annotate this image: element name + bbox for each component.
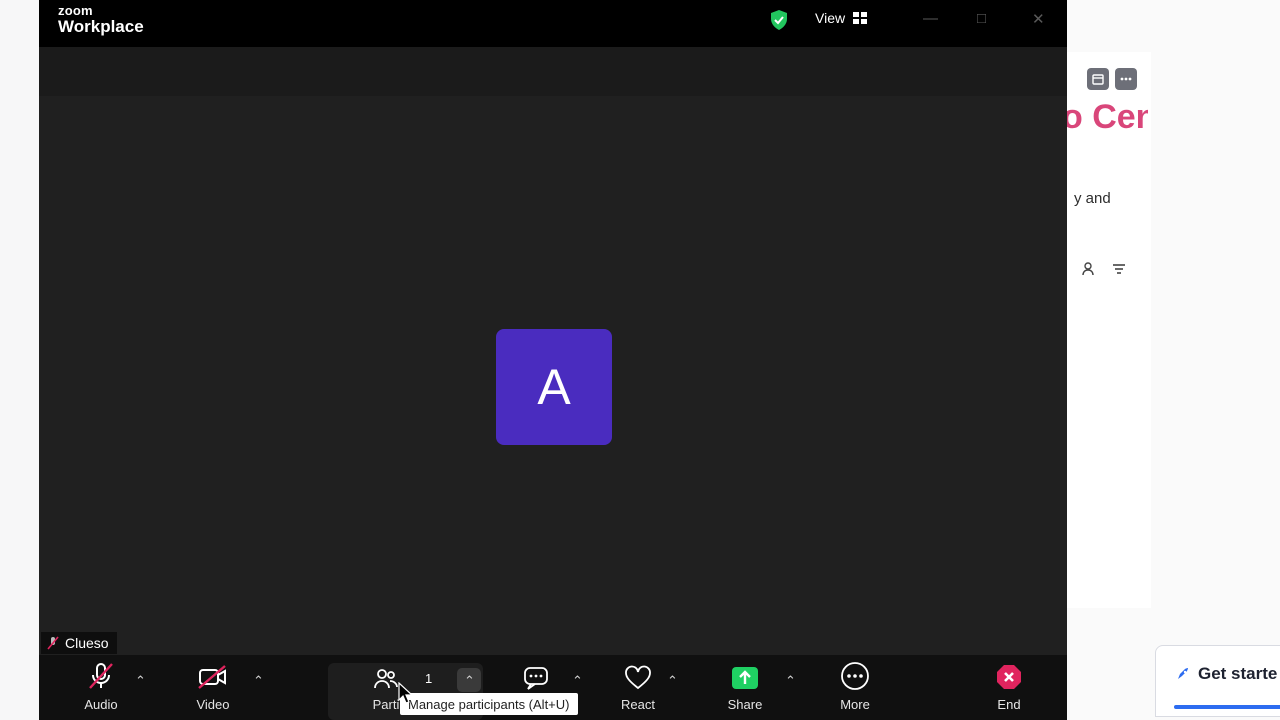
video-off-icon bbox=[198, 665, 226, 689]
security-shield-icon[interactable] bbox=[769, 9, 789, 31]
share-options-caret-icon[interactable]: ⌃ bbox=[785, 673, 796, 689]
participants-tooltip: Manage participants (Alt+U) bbox=[400, 693, 578, 715]
heart-icon bbox=[625, 665, 651, 690]
user-group-icon[interactable] bbox=[1080, 260, 1098, 278]
background-app-tools bbox=[1080, 260, 1128, 278]
react-button[interactable]: React bbox=[616, 655, 660, 720]
participant-avatar: A bbox=[496, 329, 612, 445]
view-button[interactable]: View bbox=[815, 10, 868, 26]
react-options-caret-icon[interactable]: ⌃ bbox=[667, 673, 678, 689]
chat-options-caret-icon[interactable]: ⌃ bbox=[572, 673, 583, 689]
video-options-caret-icon[interactable]: ⌃ bbox=[253, 673, 264, 689]
participants-options-caret-icon[interactable]: ⌃ bbox=[464, 673, 475, 689]
react-label: React bbox=[621, 697, 655, 712]
get-started-label: Get starte bbox=[1198, 664, 1278, 683]
share-screen-icon bbox=[732, 667, 758, 689]
brand-big-text: Workplace bbox=[58, 17, 144, 36]
more-options-icon[interactable] bbox=[1115, 68, 1137, 90]
meeting-top-bar bbox=[39, 47, 1067, 96]
participant-name: Clueso bbox=[65, 635, 109, 651]
participants-count: 1 bbox=[425, 671, 433, 686]
zoom-brand-logo: zoom Workplace bbox=[58, 4, 144, 36]
get-started-progress bbox=[1174, 705, 1280, 709]
video-label: Video bbox=[196, 697, 230, 712]
more-label: More bbox=[840, 697, 870, 712]
get-started-card[interactable]: Get starte bbox=[1155, 645, 1280, 717]
close-icon[interactable]: ✕ bbox=[1032, 10, 1045, 28]
background-app-title: o Cen bbox=[1062, 98, 1148, 136]
more-button[interactable]: More bbox=[833, 655, 877, 720]
share-label: Share bbox=[727, 697, 763, 712]
participants-label: Parti bbox=[372, 697, 400, 712]
maximize-icon[interactable]: □ bbox=[977, 10, 986, 27]
audio-options-caret-icon[interactable]: ⌃ bbox=[135, 673, 146, 689]
calendar-icon[interactable] bbox=[1087, 68, 1109, 90]
rocket-icon bbox=[1178, 668, 1188, 679]
end-label: End bbox=[997, 697, 1021, 712]
more-icon bbox=[841, 662, 869, 690]
muted-mic-icon bbox=[47, 636, 59, 650]
audio-button[interactable]: Audio bbox=[79, 655, 123, 720]
minimize-icon[interactable]: — bbox=[923, 10, 938, 27]
participant-name-tag: Clueso bbox=[41, 632, 117, 654]
muted-microphone-icon bbox=[89, 663, 113, 689]
participants-icon bbox=[374, 669, 398, 689]
chat-icon bbox=[524, 667, 548, 690]
title-bar: zoom Workplace View — □ ✕ bbox=[39, 0, 1067, 47]
view-label: View bbox=[815, 10, 846, 26]
brand-small-text: zoom bbox=[58, 3, 93, 18]
filter-icon[interactable] bbox=[1110, 260, 1128, 278]
end-meeting-icon bbox=[997, 665, 1021, 689]
grid-view-icon bbox=[853, 12, 868, 24]
background-app-text: y and bbox=[1074, 190, 1111, 207]
end-meeting-button[interactable]: End bbox=[987, 655, 1031, 720]
audio-label: Audio bbox=[84, 697, 118, 712]
share-button[interactable]: Share bbox=[723, 655, 767, 720]
zoom-meeting-window: zoom Workplace View — □ ✕ A Clueso Audio… bbox=[39, 0, 1067, 720]
mouse-cursor-icon bbox=[398, 682, 414, 704]
background-app-icons bbox=[1087, 68, 1137, 90]
video-button[interactable]: Video bbox=[191, 655, 235, 720]
